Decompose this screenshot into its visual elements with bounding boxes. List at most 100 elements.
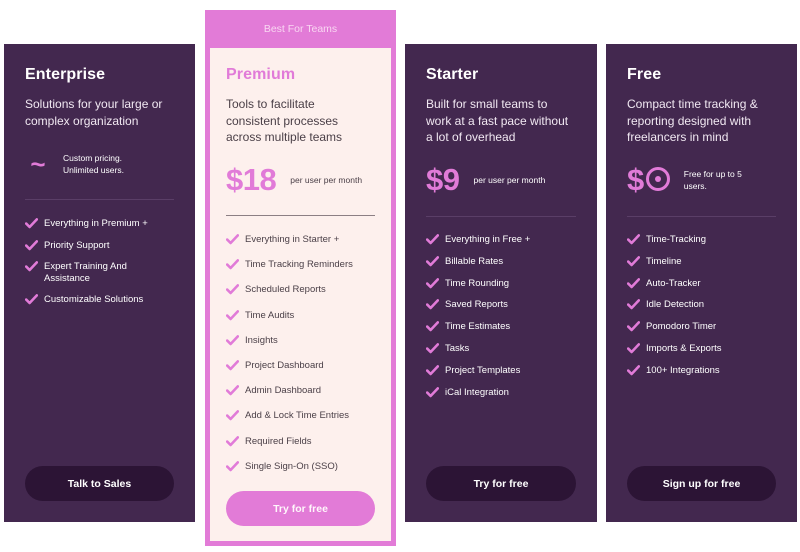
checkmark-icon — [25, 218, 38, 229]
feature-label: Everything in Premium + — [44, 218, 148, 229]
feature-item: Auto-Tracker — [627, 278, 776, 290]
talk-to-sales-button[interactable]: Talk to Sales — [25, 466, 174, 501]
checkmark-icon — [426, 321, 439, 332]
price-amount: $18 — [226, 162, 277, 197]
premium-body: Premium Tools to facilitate consistent p… — [210, 48, 391, 541]
plan-description: Solutions for your large or complex orga… — [25, 97, 163, 128]
feature-label: Pomodoro Timer — [646, 321, 717, 333]
price-row: $ Free for up to 5 users. — [627, 162, 776, 198]
checkmark-icon — [226, 334, 239, 346]
premium-try-for-free-button[interactable]: Try for free — [226, 491, 375, 526]
sign-up-for-free-button[interactable]: Sign up for free — [627, 466, 776, 501]
checkmark-icon — [226, 410, 239, 421]
feature-label: Timeline — [646, 255, 682, 267]
feature-item: Tasks — [426, 343, 576, 355]
checkmark-icon — [226, 360, 239, 371]
checkmark-icon — [226, 284, 239, 295]
divider — [426, 216, 576, 217]
feature-item: 100+ Integrations — [627, 365, 776, 377]
checkmark-icon — [226, 385, 239, 396]
feature-item: Time Estimates — [426, 321, 576, 333]
feature-item: Idle Detection — [627, 299, 776, 311]
feature-item: Add & Lock Time Entries — [226, 410, 375, 422]
feature-label: Add & Lock Time Entries — [245, 410, 350, 422]
feature-label: 100+ Integrations — [646, 364, 720, 376]
divider — [25, 199, 174, 200]
checkmark-icon — [226, 435, 239, 447]
price-note: Free for up to 5 users. — [683, 169, 742, 191]
feature-label: Time-Tracking — [646, 234, 706, 245]
checkmark-icon — [426, 255, 439, 267]
checkmark-icon — [25, 294, 38, 305]
feature-label: Billable Rates — [445, 255, 504, 267]
feature-item: Required Fields — [226, 436, 375, 448]
feature-list: Time-Tracking Timeline Auto-Tracker Idle De… — [627, 234, 776, 387]
checkmark-icon — [627, 255, 640, 267]
feature-item: Admin Dashboard — [226, 385, 375, 397]
feature-item: Scheduled Reports — [226, 284, 375, 296]
checkmark-icon — [226, 234, 239, 245]
feature-label: Everything in Starter + — [245, 234, 340, 245]
feature-label: Scheduled Reports — [245, 284, 326, 296]
feature-label: Time Rounding — [445, 277, 510, 289]
feature-item: Everything in Starter + — [226, 234, 375, 246]
feature-item: Priority Support — [25, 240, 174, 252]
best-for-teams-ribbon: Best For Teams — [263, 23, 338, 35]
feature-label: iCal Integration — [445, 386, 509, 398]
divider — [627, 216, 776, 217]
checkmark-icon — [627, 343, 640, 354]
checkmark-icon — [426, 343, 439, 354]
plan-name: Enterprise — [25, 66, 106, 83]
feature-label: Everything in Free + — [445, 234, 531, 245]
feature-label: Expert Training And Assistance — [44, 261, 127, 284]
feature-label: Tasks — [445, 342, 470, 354]
feature-item: Everything in Free + — [426, 234, 576, 246]
feature-label: Priority Support — [44, 239, 110, 251]
checkmark-icon — [426, 386, 439, 398]
checkmark-icon — [627, 364, 640, 376]
plan-card-enterprise: Enterprise Solutions for your large or c… — [4, 44, 195, 522]
zero-circle-icon — [645, 167, 670, 191]
feature-label: Time Tracking Reminders — [245, 259, 353, 271]
custom-pricing-tilde-icon: ~ — [30, 149, 46, 179]
feature-label: Project Templates — [445, 364, 521, 376]
starter-try-for-free-button[interactable]: Try for free — [426, 466, 576, 501]
plan-card-starter: Starter Built for small teams to work at… — [405, 44, 597, 522]
dollar-sign: $ — [627, 162, 644, 197]
checkmark-icon — [627, 277, 640, 289]
price-amount: $9 — [426, 162, 460, 197]
feature-label: Insights — [245, 334, 278, 346]
feature-item: Saved Reports — [426, 299, 576, 311]
checkmark-icon — [627, 234, 640, 245]
feature-item: Project Dashboard — [226, 360, 375, 372]
feature-item: Project Templates — [426, 365, 576, 377]
feature-label: Saved Reports — [445, 299, 508, 311]
plan-name: Free — [627, 66, 662, 83]
feature-item: Expert Training And Assistance — [25, 261, 174, 284]
price-note: per user per month — [473, 175, 546, 185]
plan-card-premium: Best For Teams Premium Tools to facilita… — [205, 10, 396, 546]
checkmark-icon — [627, 299, 640, 310]
feature-item: Imports & Exports — [627, 343, 776, 355]
plan-card-free: Free Compact time tracking & reporting d… — [606, 44, 797, 522]
feature-label: Time Audits — [245, 309, 295, 321]
plan-name: Starter — [426, 66, 479, 83]
feature-list: Everything in Premium + Priority Support E… — [25, 218, 174, 316]
feature-item: Time Rounding — [426, 278, 576, 290]
feature-label: Single Sign-On (SSO) — [245, 460, 338, 472]
feature-item: Billable Rates — [426, 256, 576, 268]
feature-list: Everything in Free + Billable Rates Time R… — [426, 234, 576, 408]
checkmark-icon — [426, 299, 439, 310]
feature-item: Single Sign-On (SSO) — [226, 461, 375, 473]
divider — [226, 215, 375, 216]
price-row: $18 per user per month — [226, 162, 375, 198]
price-row: $9 per user per month — [426, 162, 576, 198]
feature-label: Time Estimates — [445, 321, 511, 333]
feature-label: Admin Dashboard — [245, 385, 322, 397]
feature-item: Insights — [226, 335, 375, 347]
feature-label: Required Fields — [245, 435, 312, 447]
feature-item: Everything in Premium + — [25, 218, 174, 230]
plan-description: Built for small teams to work at a fast … — [426, 97, 569, 144]
checkmark-icon — [627, 321, 640, 332]
price-note: Custom pricing. Unlimited users. — [63, 153, 124, 175]
